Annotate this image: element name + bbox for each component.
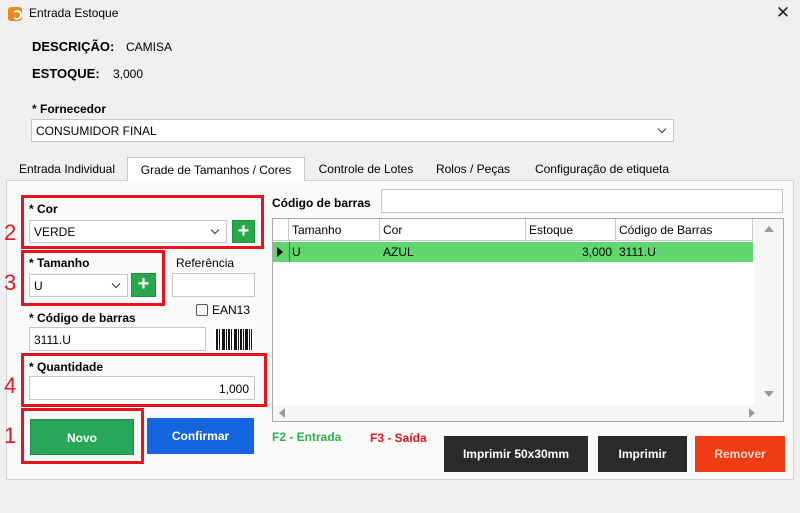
- print-50x30-button[interactable]: Imprimir 50x30mm: [444, 436, 588, 472]
- vertical-scrollbar[interactable]: [755, 219, 783, 405]
- tab-configuracao-etiqueta[interactable]: Configuração de etiqueta: [521, 157, 683, 181]
- quantity-value: 1,000: [218, 382, 249, 396]
- f3-hint: F3 - Saída: [370, 431, 427, 445]
- color-label: * Cor: [29, 202, 58, 216]
- size-select[interactable]: U: [29, 274, 128, 297]
- column-header-estoque[interactable]: Estoque: [526, 219, 616, 241]
- grid-barcode-input[interactable]: [381, 189, 783, 213]
- barcode-label: * Código de barras: [29, 311, 136, 325]
- supplier-value: CONSUMIDOR FINAL: [36, 124, 157, 138]
- title-bar: Entrada Estoque ✕: [0, 0, 800, 28]
- confirm-button[interactable]: Confirmar: [147, 418, 254, 454]
- supplier-label: * Fornecedor: [32, 102, 107, 116]
- add-size-button[interactable]: +: [131, 273, 156, 297]
- row-indicator-icon: [277, 247, 283, 257]
- annotation-number: 1: [4, 423, 17, 448]
- barcode-value: 3111.U: [34, 333, 71, 347]
- tab-entrada-individual[interactable]: Entrada Individual: [8, 157, 126, 181]
- reference-input[interactable]: [172, 273, 255, 297]
- scroll-right-icon[interactable]: [749, 408, 755, 418]
- description-label: DESCRIÇÃO:: [32, 39, 115, 54]
- column-header-cor[interactable]: Cor: [380, 219, 526, 241]
- tab-controle-lotes[interactable]: Controle de Lotes: [307, 157, 425, 181]
- scroll-up-icon[interactable]: [764, 226, 774, 232]
- tab-rolos-pecas[interactable]: Rolos / Peças: [428, 157, 518, 181]
- horizontal-scrollbar[interactable]: [273, 405, 783, 421]
- annotation-number: 2: [4, 220, 17, 245]
- barcode-input[interactable]: 3111.U: [29, 327, 206, 351]
- stock-value: 3,000: [113, 67, 144, 81]
- chevron-down-icon: [658, 126, 667, 135]
- ean13-checkbox[interactable]: [196, 304, 208, 316]
- cell-estoque: 3,000: [581, 245, 612, 259]
- stock-label: ESTOQUE:: [32, 66, 100, 81]
- table-row[interactable]: U AZUL 3,000 3111.U: [273, 242, 753, 262]
- supplier-select[interactable]: CONSUMIDOR FINAL: [31, 119, 674, 142]
- app-icon: [8, 7, 22, 21]
- grid-corner: [273, 219, 289, 241]
- add-color-button[interactable]: +: [232, 220, 255, 243]
- column-header-tamanho[interactable]: Tamanho: [289, 219, 380, 241]
- cell-cor: AZUL: [383, 245, 414, 259]
- grid-barcode-label: Código de barras: [272, 196, 371, 210]
- color-select[interactable]: VERDE: [29, 220, 227, 243]
- quantity-input[interactable]: 1,000: [29, 376, 255, 400]
- description-value: CAMISA: [126, 40, 173, 54]
- size-value: U: [34, 279, 43, 293]
- color-value: VERDE: [34, 225, 76, 239]
- annotation-number: 4: [4, 373, 17, 398]
- quantity-label: * Quantidade: [29, 360, 104, 374]
- scroll-down-icon[interactable]: [764, 391, 774, 397]
- cell-tamanho: U: [292, 245, 301, 259]
- cell-codigo-barras: 3111.U: [619, 245, 656, 259]
- f2-hint: F2 - Entrada: [272, 430, 342, 444]
- barcode-icon[interactable]: [214, 327, 254, 352]
- novo-button[interactable]: Novo: [30, 419, 134, 455]
- stock-grid[interactable]: Tamanho Cor Estoque Código de Barras U A…: [272, 218, 784, 422]
- chevron-down-icon: [211, 227, 220, 236]
- ean13-label: EAN13: [212, 303, 251, 317]
- window-title: Entrada Estoque: [29, 6, 119, 20]
- print-button[interactable]: Imprimir: [598, 436, 687, 472]
- reference-label: Referência: [176, 256, 235, 270]
- close-icon[interactable]: ✕: [770, 2, 796, 24]
- tab-grade-tamanhos-cores[interactable]: Grade de Tamanhos / Cores: [127, 157, 305, 181]
- chevron-down-icon: [112, 281, 121, 290]
- size-label: * Tamanho: [29, 256, 90, 270]
- remove-button[interactable]: Remover: [695, 436, 785, 472]
- column-header-codigo-barras[interactable]: Código de Barras: [616, 219, 753, 241]
- scroll-left-icon[interactable]: [279, 408, 285, 418]
- annotation-number: 3: [4, 270, 17, 295]
